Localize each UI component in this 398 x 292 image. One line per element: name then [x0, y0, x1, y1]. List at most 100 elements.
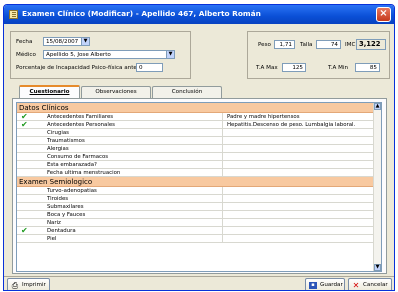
medico-label: Médico [16, 52, 36, 58]
red-x-icon: ✕ [352, 281, 360, 290]
peso-label: Peso [258, 42, 271, 48]
grid-row[interactable]: Turvo-adenopatias [17, 187, 375, 195]
chevron-down-icon[interactable]: ▼ [166, 51, 174, 58]
guardar-label: Guardar [320, 282, 343, 288]
imc-value: 3,122 [359, 40, 381, 48]
header-panel-right: Peso 1,71 Talla 74 IMC 3,122 T.A Max 125… [247, 31, 390, 79]
grid-row[interactable]: Alergias [17, 145, 375, 153]
row-value[interactable]: Padre y madre hipertensos [227, 113, 375, 121]
checkmark-icon [21, 187, 33, 195]
incapacidad-input[interactable]: 0 [136, 63, 163, 72]
talla-value: 74 [330, 42, 338, 48]
row-name: Boca y Fauces [47, 211, 223, 219]
grid-row[interactable]: Submaxilares [17, 203, 375, 211]
row-value[interactable] [227, 129, 375, 137]
grid-row[interactable]: Nariz [17, 219, 375, 227]
scroll-down-icon[interactable]: ▼ [374, 264, 381, 271]
fecha-label: Fecha [16, 39, 33, 45]
checkmark-icon [21, 137, 33, 145]
incapacidad-value: 0 [139, 65, 143, 71]
row-name: Antecedentes Familiares [47, 113, 223, 121]
app-icon [9, 10, 18, 19]
row-value[interactable] [227, 169, 375, 177]
close-icon[interactable]: × [376, 7, 391, 22]
row-name: Esta embarazada? [47, 161, 223, 169]
ta-min-label: T.A Min [328, 65, 349, 71]
talla-input[interactable]: 74 [316, 40, 341, 49]
fecha-date-picker[interactable]: 15/08/2007 ▼ [43, 37, 90, 46]
grid-row[interactable]: Cirugias [17, 129, 375, 137]
medico-value: Apellido 5, Jose Alberto [46, 52, 111, 58]
checkmark-icon [21, 161, 33, 169]
row-value[interactable] [227, 235, 375, 243]
header-panel-left: Fecha 15/08/2007 ▼ Médico Apellido 5, Jo… [10, 31, 191, 79]
row-value[interactable] [227, 195, 375, 203]
row-name: Cirugias [47, 129, 223, 137]
tab-conclusion-label: Conclusión [171, 89, 203, 95]
scroll-up-icon[interactable]: ▲ [374, 103, 381, 110]
footer-bar: ⎙ Imprimir ▪ Guardar ✕ Cancelar [4, 276, 394, 290]
grid-row[interactable]: Piel [17, 235, 375, 243]
ta-min-value: 85 [369, 65, 377, 71]
imc-label: IMC [345, 42, 356, 48]
grid-row[interactable]: Esta embarazada? [17, 161, 375, 169]
fecha-value: 15/08/2007 [46, 39, 79, 45]
grid-row[interactable]: Boca y Fauces [17, 211, 375, 219]
grid-row[interactable]: ✔ Antecedentes Familiares Padre y madre hi… [17, 113, 375, 121]
title-bar: Examen Clínico (Modificar) - Apellido 46… [4, 5, 394, 24]
questionnaire-grid: Datos Clínicos ✔ Antecedentes Familiares Pa… [16, 102, 382, 272]
section-header: Examen Semiologico [17, 177, 375, 187]
row-value[interactable] [227, 219, 375, 227]
checkmark-icon [21, 153, 33, 161]
row-value[interactable] [227, 227, 375, 235]
grid-row[interactable]: Tiroides [17, 195, 375, 203]
row-value[interactable]: Hepatitis.Descenso de peso. Lumbalgia la… [227, 121, 375, 129]
row-name: Alergias [47, 145, 223, 153]
grid-row[interactable]: ✔ Antecedentes Personales Hepatitis.Descen… [17, 121, 375, 129]
ta-max-value: 125 [292, 65, 303, 71]
row-name: Nariz [47, 219, 223, 227]
tab-cuestionario[interactable]: Cuestionario [19, 85, 80, 98]
row-name: Tiroides [47, 195, 223, 203]
tab-observaciones[interactable]: Observaciones [81, 86, 151, 98]
section-header: Datos Clínicos [17, 103, 375, 113]
imprimir-button[interactable]: ⎙ Imprimir [7, 278, 50, 290]
window-title: Examen Clínico (Modificar) - Apellido 46… [22, 9, 261, 18]
medico-select[interactable]: Apellido 5, Jose Alberto ▼ [43, 50, 175, 59]
grid-row[interactable]: Traumatismos [17, 137, 375, 145]
checkmark-icon [21, 129, 33, 137]
row-value[interactable] [227, 145, 375, 153]
row-value[interactable] [227, 211, 375, 219]
grid-row[interactable]: Fecha ultima menstruacion [17, 169, 375, 177]
tab-conclusion[interactable]: Conclusión [152, 86, 222, 98]
row-value[interactable] [227, 203, 375, 211]
floppy-disk-icon: ▪ [309, 282, 317, 289]
row-name: Submaxilares [47, 203, 223, 211]
row-name: Antecedentes Personales [47, 121, 223, 129]
ta-max-input[interactable]: 125 [282, 63, 306, 72]
checkmark-icon [21, 211, 33, 219]
tab-cuestionario-label: Cuestionario [29, 89, 70, 95]
vertical-scrollbar[interactable]: ▲ ▼ [373, 103, 381, 271]
row-value[interactable] [227, 153, 375, 161]
peso-input[interactable]: 1,71 [274, 40, 295, 49]
row-value[interactable] [227, 187, 375, 195]
ta-min-input[interactable]: 85 [355, 63, 380, 72]
tab-page-cuestionario: Datos Clínicos ✔ Antecedentes Familiares Pa… [12, 98, 387, 274]
row-name: Turvo-adenopatias [47, 187, 223, 195]
row-value[interactable] [227, 161, 375, 169]
guardar-button[interactable]: ▪ Guardar [305, 278, 345, 290]
grid-row[interactable]: Consumo de Farmacos [17, 153, 375, 161]
imprimir-label: Imprimir [22, 282, 46, 288]
row-name: Consumo de Farmacos [47, 153, 223, 161]
ta-max-label: T.A Max [256, 65, 278, 71]
checkmark-icon [21, 145, 33, 153]
grid-row[interactable]: ✔ Dentadura [17, 227, 375, 235]
row-name: Fecha ultima menstruacion [47, 169, 223, 177]
row-name: Dentadura [47, 227, 223, 235]
chevron-down-icon[interactable]: ▼ [81, 38, 89, 45]
examen-clinico-window: Examen Clínico (Modificar) - Apellido 46… [3, 4, 395, 291]
row-value[interactable] [227, 137, 375, 145]
imc-value-box: 3,122 [356, 39, 386, 50]
cancelar-button[interactable]: ✕ Cancelar [348, 278, 392, 290]
